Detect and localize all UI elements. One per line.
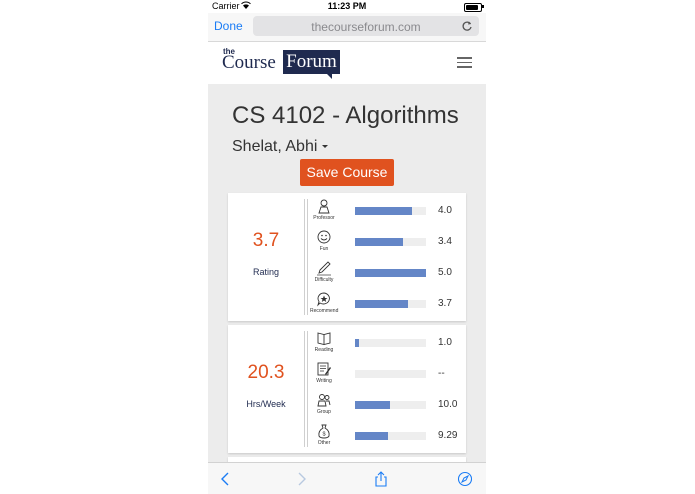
battery-tip	[482, 5, 484, 8]
metric-label: Professor	[313, 215, 335, 221]
metric-reading: Reading 1.0	[310, 328, 466, 358]
metric-bar-fill	[355, 432, 388, 440]
forward-icon[interactable]	[293, 471, 309, 487]
logo-course: Course	[222, 52, 276, 73]
metric-bar-track	[355, 207, 426, 215]
rating-label: Rating	[252, 267, 279, 277]
metric-bar-track	[355, 300, 426, 308]
metric-label: Recommend	[310, 308, 339, 314]
metric-value: 5.0	[438, 267, 452, 278]
metric-value: 9.29	[438, 430, 458, 441]
metric-bar-fill	[355, 339, 359, 347]
site-header: the Course Forum	[208, 42, 486, 84]
caret-down-icon	[322, 145, 329, 149]
book-icon	[317, 332, 331, 345]
status-bar: Carrier 11:23 PM	[208, 0, 486, 13]
reload-icon[interactable]	[461, 20, 473, 32]
compass-icon[interactable]	[457, 471, 473, 487]
metric-bar-fill	[355, 238, 404, 246]
metric-value: 3.4	[438, 236, 452, 247]
metric-label: Difficulty	[314, 277, 334, 283]
pencil-icon	[317, 261, 331, 276]
metric-bar-track	[355, 370, 426, 378]
hamburger-menu-icon[interactable]	[457, 57, 472, 68]
metric-value: --	[438, 368, 445, 379]
course-content: CS 4102 - Algorithms Shelat, Abhi Save C…	[208, 84, 486, 467]
metric-value: 3.7	[438, 298, 452, 309]
clock-time: 11:23 PM	[327, 1, 367, 11]
metric-label: Reading	[314, 347, 334, 353]
metric-label: Writing	[316, 378, 332, 384]
metric-bar-fill	[355, 207, 412, 215]
save-course-button[interactable]: Save Course	[300, 159, 394, 186]
logo-forum: Forum	[283, 50, 340, 79]
metric-label: Group	[317, 409, 331, 415]
metric-value: 1.0	[438, 337, 452, 348]
divider	[304, 199, 305, 315]
metric-professor: Professor 4.0	[310, 196, 466, 226]
course-title: CS 4102 - Algorithms	[232, 102, 459, 129]
metric-difficulty: Difficulty 5.0	[310, 258, 466, 288]
browser-bar: Done thecourseforum.com	[208, 13, 486, 42]
hours-label: Hrs/Week	[246, 399, 286, 409]
address-bar[interactable]: thecourseforum.com	[253, 16, 479, 36]
rating-value: 3.7	[252, 230, 280, 251]
group-icon	[317, 394, 331, 407]
money-bag-icon: $	[318, 424, 330, 439]
divider	[307, 331, 308, 447]
writing-icon	[317, 362, 331, 376]
metric-bar-fill	[355, 300, 408, 308]
metric-bar-track	[355, 432, 426, 440]
done-button[interactable]: Done	[214, 19, 243, 33]
divider	[307, 199, 308, 315]
metric-bar-fill	[355, 401, 390, 409]
metric-fun: Fun 3.4	[310, 227, 466, 257]
metric-label: Other	[317, 440, 331, 446]
hours-value: 20.3	[247, 362, 285, 383]
rating-card: 3.7 Rating Professor 4.0 Fun 3.4 Difficu…	[228, 193, 466, 321]
metric-value: 4.0	[438, 205, 452, 216]
hours-card: 20.3 Hrs/Week Reading 1.0 Writing -- Gro…	[228, 325, 466, 453]
battery-icon	[464, 3, 482, 12]
share-icon[interactable]	[373, 471, 389, 487]
metric-other: $ Other 9.29	[310, 421, 466, 451]
metric-bar-fill	[355, 269, 426, 277]
smiley-icon	[317, 230, 331, 244]
metric-recommend: Recommend 3.7	[310, 289, 466, 319]
divider	[304, 331, 305, 447]
metric-bar-track	[355, 238, 426, 246]
professor-name: Shelat, Abhi	[232, 138, 318, 155]
svg-text:$: $	[322, 432, 325, 438]
browser-toolbar	[208, 462, 486, 494]
metric-label: Fun	[319, 246, 329, 252]
metric-value: 10.0	[438, 399, 458, 410]
metric-writing: Writing --	[310, 359, 466, 389]
professor-icon	[318, 199, 330, 214]
back-icon[interactable]	[218, 471, 234, 487]
metric-group: Group 10.0	[310, 390, 466, 420]
url-text: thecourseforum.com	[311, 20, 421, 34]
star-bubble-icon	[317, 292, 330, 307]
phone-screen: Carrier 11:23 PM Done thecourseforum.com…	[208, 0, 486, 494]
metric-bar-track	[355, 339, 426, 347]
metric-bar-track	[355, 269, 426, 277]
professor-dropdown[interactable]: Shelat, Abhi	[232, 138, 329, 156]
metric-bar-track	[355, 401, 426, 409]
